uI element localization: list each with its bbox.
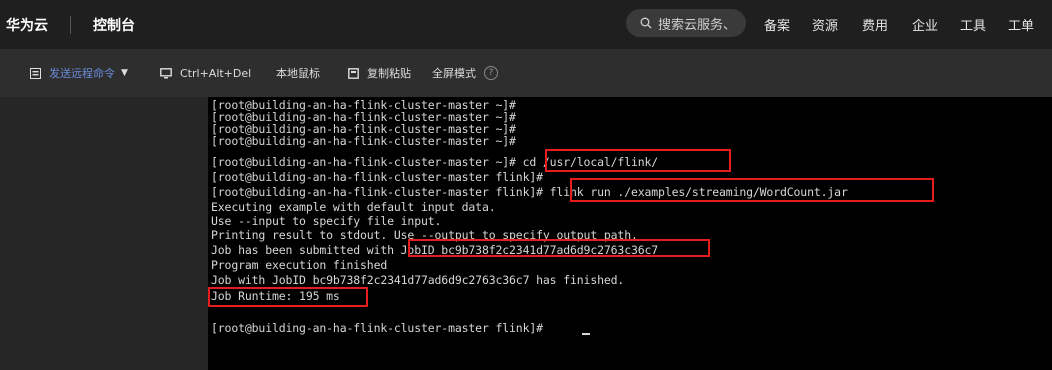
nav-resources[interactable]: 资源 (812, 0, 838, 49)
clipboard-icon (348, 67, 359, 79)
copy-paste-label: 复制粘贴 (367, 67, 411, 80)
fullscreen-button[interactable]: 全屏模式 ? (432, 49, 498, 97)
nav-enterprise[interactable]: 企业 (912, 0, 938, 49)
terminal-line: Program execution finished (211, 258, 388, 272)
highlight-box-flink-run (570, 178, 934, 202)
terminal-line: [root@building-an-ha-flink-cluster-maste… (211, 170, 543, 184)
search-placeholder: 搜索云服务、 (658, 17, 737, 33)
nav-billing[interactable]: 费用 (862, 0, 888, 49)
search-box[interactable]: 搜索云服务、 (626, 9, 746, 37)
terminal-line: Executing example with default input dat… (211, 200, 496, 214)
topbar-divider (70, 15, 71, 34)
command-icon (30, 67, 41, 79)
brand-logo[interactable]: 华为云 (6, 15, 48, 35)
send-command-dropdown[interactable]: 发送远程命令 ▼ (30, 49, 128, 97)
terminal-line: Use --input to specify file input. (211, 214, 442, 228)
ctrl-alt-del-button[interactable]: Ctrl+Alt+Del (160, 49, 251, 97)
nav-tickets[interactable]: 工单 (1008, 0, 1034, 49)
highlight-box-runtime (208, 287, 368, 307)
nav-beian[interactable]: 备案 (764, 0, 790, 49)
chevron-down-icon: ▼ (121, 68, 128, 78)
local-mouse-label: 本地鼠标 (276, 67, 320, 80)
terminal-cursor (582, 333, 590, 335)
remote-login-toolbar: 发送远程命令 ▼ Ctrl+Alt+Del 本地鼠标 复制粘贴 全屏模式 ? (0, 49, 1052, 97)
copy-paste-button[interactable]: 复制粘贴 (348, 49, 411, 97)
highlight-box-cd-command (545, 149, 731, 172)
terminal-line: Job with JobID bc9b738f2c2341d77ad6d9c27… (211, 273, 625, 287)
terminal-line: [root@building-an-ha-flink-cluster-maste… (211, 321, 543, 335)
top-navigation-bar: 华为云 控制台 搜索云服务、 备案 资源 费用 企业 工具 工单 (0, 0, 1052, 49)
help-icon[interactable]: ? (484, 66, 498, 80)
fullscreen-label: 全屏模式 (432, 67, 476, 80)
nav-tools[interactable]: 工具 (960, 0, 986, 49)
ctrl-alt-del-label: Ctrl+Alt+Del (180, 66, 252, 80)
highlight-box-jobid (408, 239, 710, 257)
local-mouse-button[interactable]: 本地鼠标 (276, 49, 320, 97)
monitor-icon (160, 67, 172, 79)
remote-terminal-screen[interactable]: [root@building-an-ha-flink-cluster-maste… (208, 97, 1052, 370)
left-panel (0, 97, 208, 370)
search-icon (640, 17, 652, 29)
send-command-label: 发送远程命令 (49, 67, 115, 80)
console-link[interactable]: 控制台 (93, 15, 135, 35)
terminal-line: [root@building-an-ha-flink-cluster-maste… (211, 134, 516, 148)
